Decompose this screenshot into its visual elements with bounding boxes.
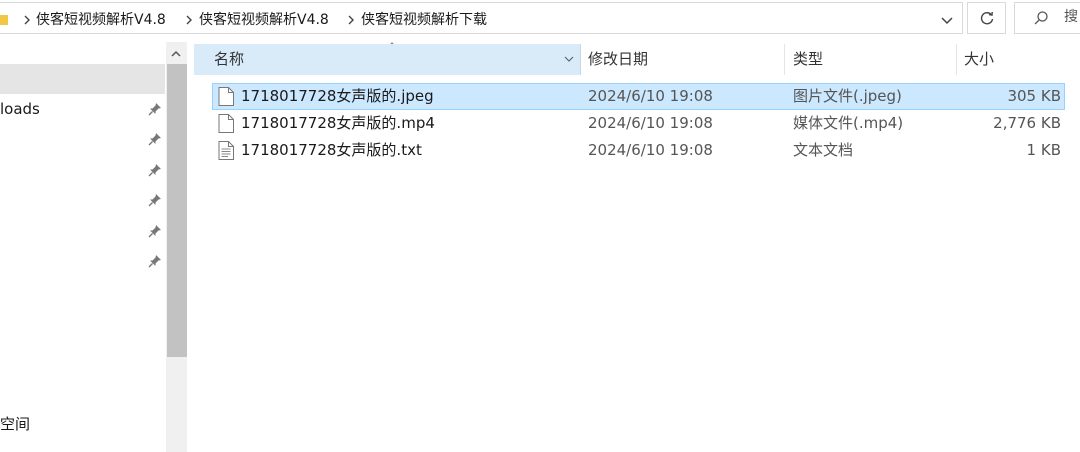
- pin-icon[interactable]: [148, 163, 162, 177]
- refresh-button[interactable]: [967, 2, 1006, 34]
- file-name: 1718017728女声版的.txt: [241, 141, 422, 159]
- file-type: 文本文档: [793, 141, 854, 159]
- column-header-date[interactable]: 修改日期: [588, 44, 648, 75]
- file-date: 2024/6/10 19:08: [588, 87, 713, 105]
- pin-icon[interactable]: [148, 193, 162, 207]
- nav-item-space-label[interactable]: 空间: [0, 415, 30, 433]
- pin-icon[interactable]: [148, 224, 162, 238]
- chevron-down-icon[interactable]: [563, 54, 575, 64]
- image-file-icon: [218, 87, 234, 106]
- pin-icon[interactable]: [148, 254, 162, 268]
- file-date: 2024/6/10 19:08: [588, 114, 713, 132]
- file-size: 1 KB: [1026, 141, 1061, 159]
- file-date: 2024/6/10 19:08: [588, 141, 713, 159]
- navigation-pane: loads 空间: [0, 42, 188, 452]
- scroll-up-icon[interactable]: [170, 49, 182, 59]
- refresh-icon: [980, 11, 994, 25]
- breadcrumb-item-2[interactable]: 侠客短视频解析V4.8: [199, 11, 329, 29]
- chevron-down-icon[interactable]: [937, 12, 957, 30]
- column-header-name[interactable]: 名称: [194, 44, 581, 75]
- file-name: 1718017728女声版的.jpeg: [241, 87, 434, 105]
- text-file-icon: [218, 141, 234, 160]
- chevron-right-icon[interactable]: [346, 13, 356, 27]
- pin-icon[interactable]: [148, 132, 162, 146]
- file-type: 图片文件(.jpeg): [793, 87, 902, 105]
- column-header-name-label: 名称: [214, 50, 245, 68]
- column-divider[interactable]: [956, 44, 957, 75]
- file-row[interactable]: 1718017728女声版的.txt 2024/6/10 19:08 文本文档 …: [212, 137, 1065, 164]
- column-header-type[interactable]: 类型: [793, 44, 823, 75]
- search-icon: [1034, 11, 1048, 25]
- file-name: 1718017728女声版的.mp4: [241, 114, 435, 132]
- file-row[interactable]: 1718017728女声版的.mp4 2024/6/10 19:08 媒体文件(…: [212, 110, 1065, 137]
- file-size: 2,776 KB: [993, 114, 1061, 132]
- nav-item-downloads-label[interactable]: loads: [0, 100, 40, 118]
- file-type: 媒体文件(.mp4): [793, 114, 904, 132]
- address-bar-row: 侠客短视频解析V4.8 侠客短视频解析V4.8 侠客短视频解析下载 搜: [0, 0, 1080, 36]
- pin-icon[interactable]: [148, 102, 162, 116]
- breadcrumb-item-1[interactable]: 侠客短视频解析V4.8: [36, 11, 166, 29]
- column-divider[interactable]: [784, 44, 785, 75]
- address-bar[interactable]: 侠客短视频解析V4.8 侠客短视频解析V4.8 侠客短视频解析下载: [0, 2, 963, 34]
- column-header-size[interactable]: 大小: [964, 44, 994, 75]
- breadcrumb-item-3[interactable]: 侠客短视频解析下载: [361, 11, 487, 29]
- folder-icon: [0, 15, 8, 25]
- nav-scrollbar-thumb[interactable]: [167, 64, 187, 357]
- file-row[interactable]: 1718017728女声版的.jpeg 2024/6/10 19:08 图片文件…: [212, 83, 1065, 110]
- chevron-right-icon[interactable]: [22, 13, 32, 27]
- nav-item-selected[interactable]: [0, 64, 165, 94]
- chevron-right-icon[interactable]: [184, 13, 194, 27]
- file-size: 305 KB: [1007, 87, 1061, 105]
- media-file-icon: [218, 114, 234, 133]
- search-input[interactable]: 搜: [1064, 8, 1078, 26]
